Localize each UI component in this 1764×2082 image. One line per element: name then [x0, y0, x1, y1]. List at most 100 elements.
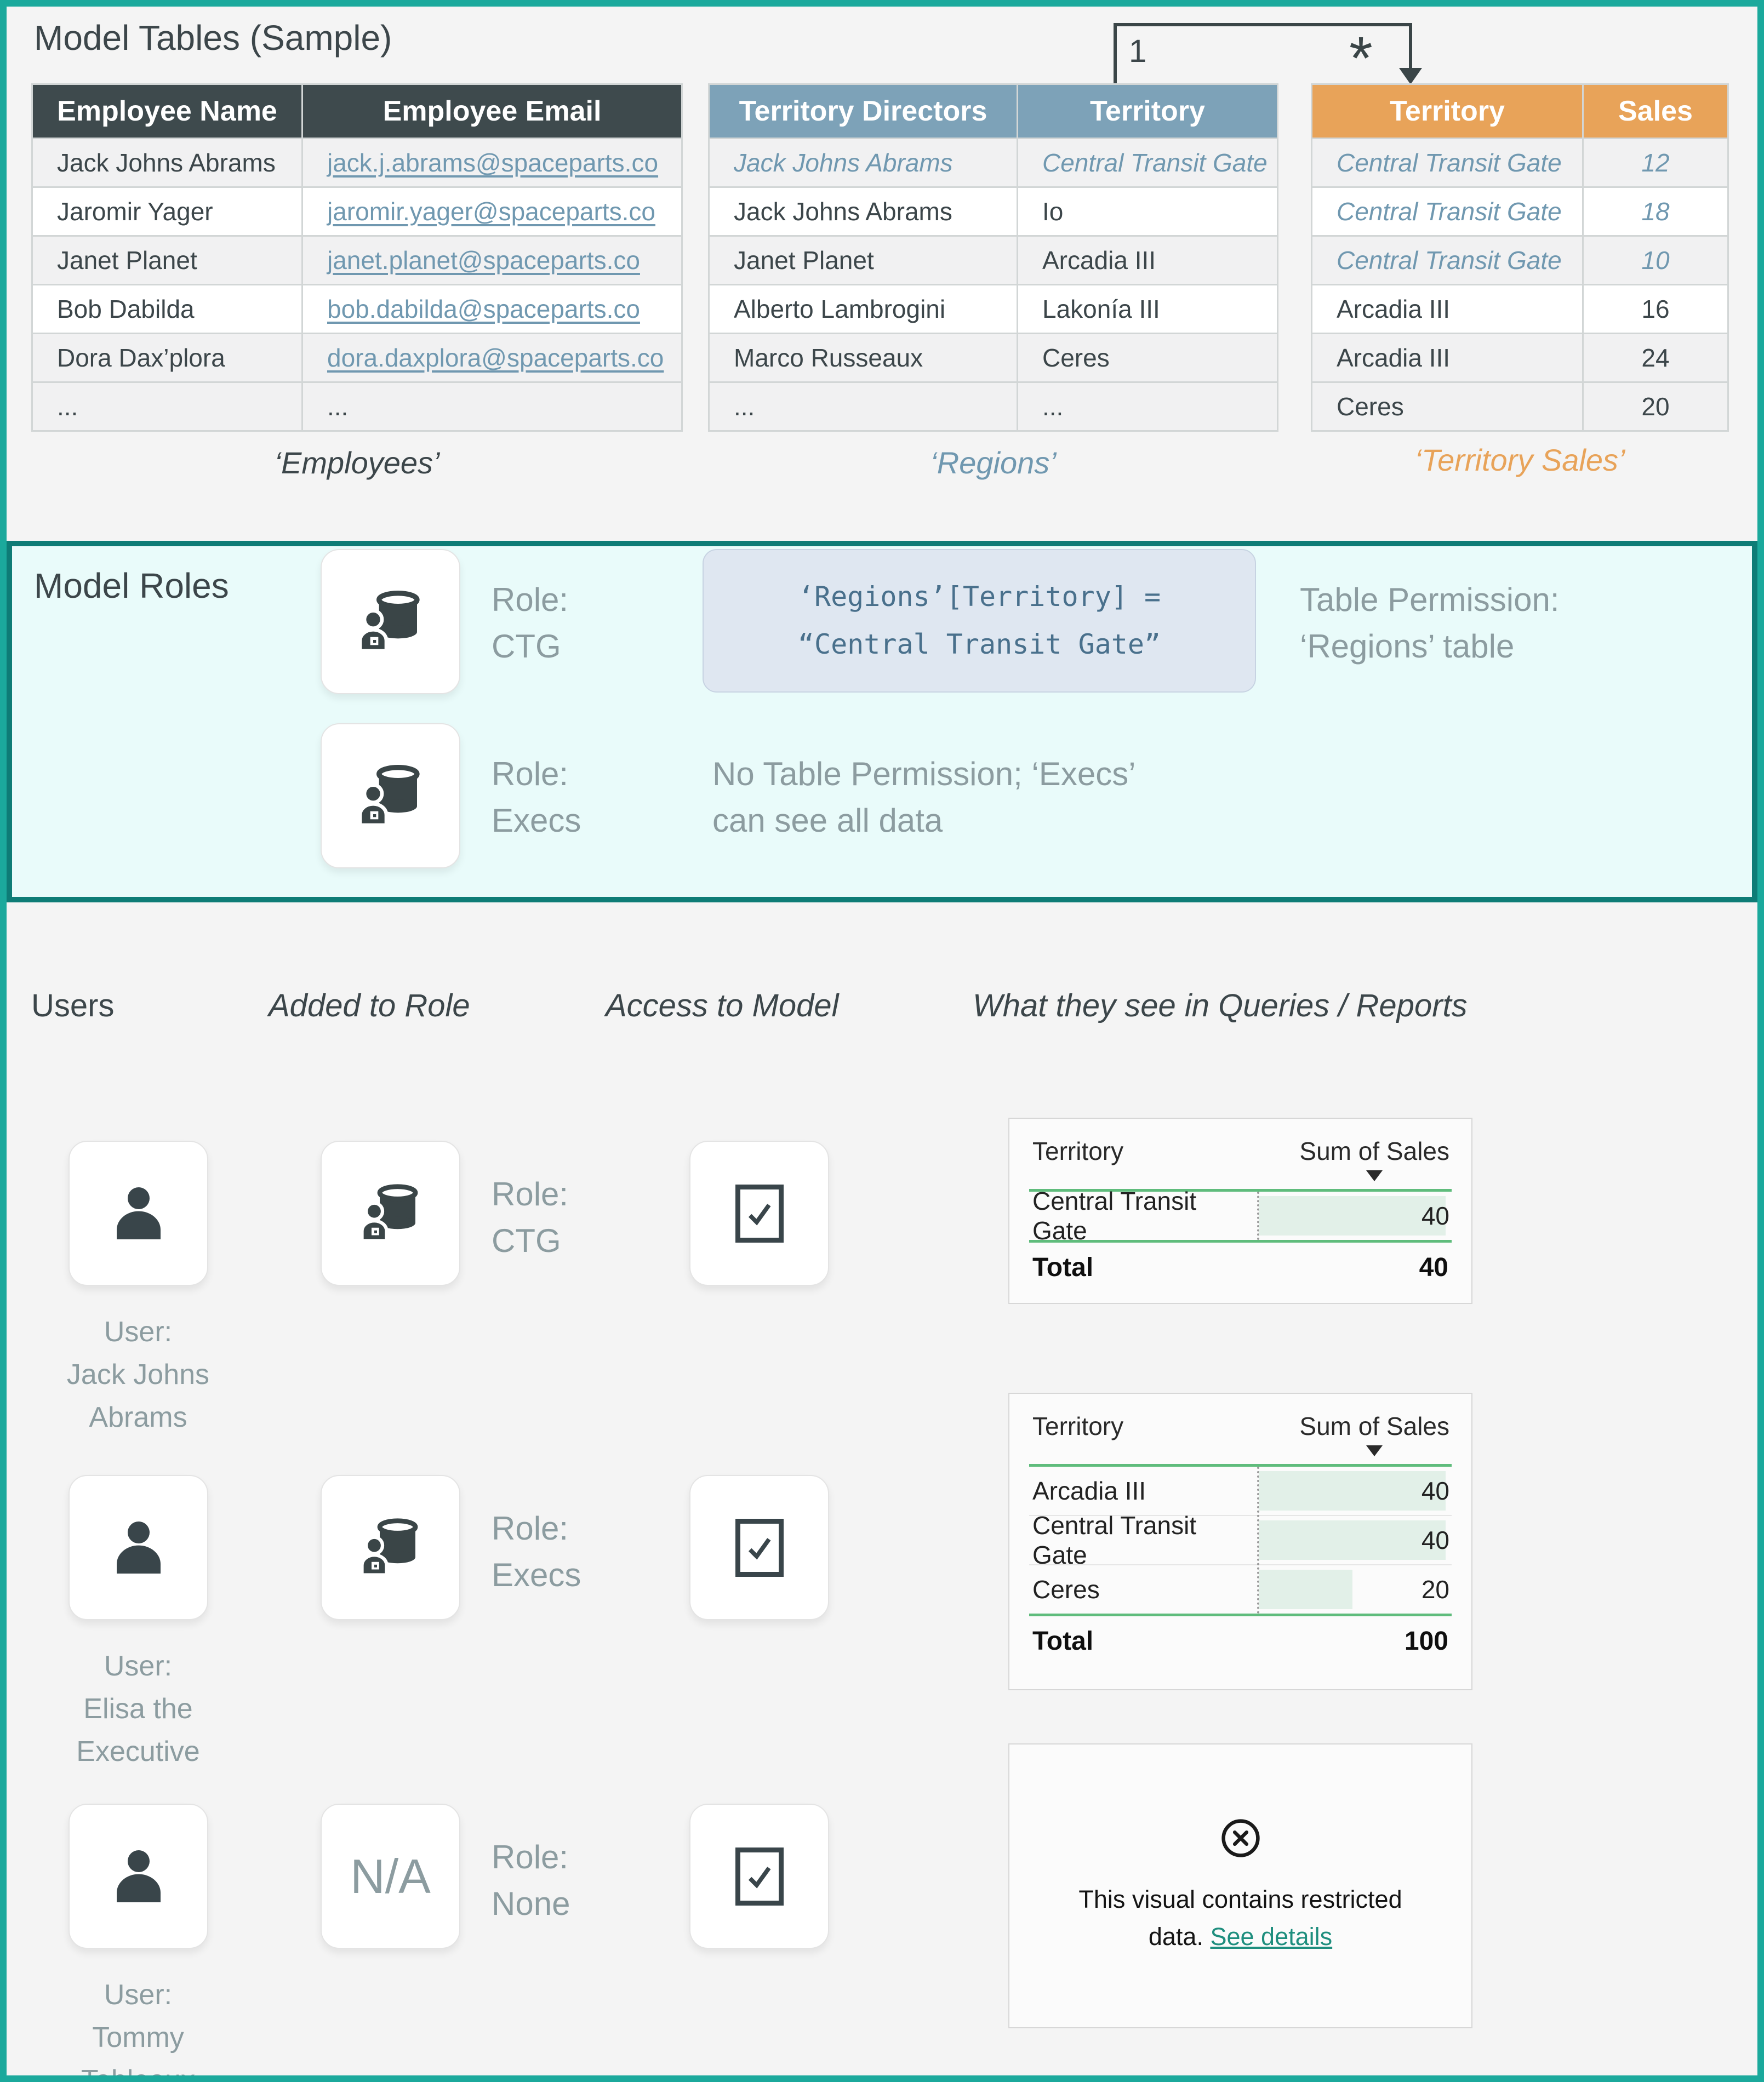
- role-ctg-label: Role: CTG: [492, 576, 568, 670]
- person-icon: [106, 1511, 172, 1585]
- table-cell: Lakonía III: [1018, 285, 1277, 333]
- email-link[interactable]: jack.j.abrams@spaceparts.co: [327, 148, 658, 177]
- table-row: Alberto LambroginiLakonía III: [710, 285, 1277, 333]
- report-row: Central Transit Gate40: [1029, 1516, 1452, 1565]
- table-row: Ceres20: [1312, 383, 1727, 430]
- email-link[interactable]: dora.daxplora@spaceparts.co: [327, 344, 664, 372]
- employees-table: Employee NameEmployee EmailJack Johns Ab…: [31, 83, 683, 432]
- no-role-card: N/A: [321, 1804, 460, 1949]
- report-row: Central Transit Gate 40: [1029, 1192, 1452, 1240]
- table-cell: ...: [710, 383, 1017, 430]
- see-details-link[interactable]: See details: [1210, 1923, 1332, 1951]
- data-bar: [1259, 1471, 1445, 1511]
- user-name-caption: User: Elisa the Executive: [28, 1645, 248, 1773]
- role-database-icon: [356, 585, 426, 658]
- table-cell: Io: [1018, 188, 1277, 235]
- email-link[interactable]: jaromir.yager@spaceparts.co: [327, 197, 655, 226]
- territory-sales-table-wrap: TerritorySalesCentral Transit Gate12Cent…: [1311, 83, 1729, 432]
- role-database-icon: [358, 1513, 424, 1582]
- model-tables-title: Model Tables (Sample): [34, 18, 392, 58]
- table-row: ......: [710, 383, 1277, 430]
- table-cell: Ceres: [1018, 334, 1277, 381]
- regions-caption: ‘Regions’: [708, 445, 1278, 481]
- user-card: [68, 1804, 208, 1949]
- regions-table: Territory DirectorsTerritoryJack Johns A…: [708, 83, 1278, 432]
- report-row-value: 40: [1422, 1201, 1449, 1231]
- access-card: [689, 1141, 829, 1286]
- report-visual-ctg: Territory Sum of Sales Central Transit Gat…: [1008, 1118, 1472, 1304]
- relationship-one-label: 1: [1129, 33, 1146, 70]
- pbi-column-header[interactable]: Sum of Sales: [1299, 1411, 1449, 1441]
- user-role-label: Role: None: [492, 1834, 570, 1927]
- sort-descending-icon[interactable]: [1366, 1445, 1383, 1456]
- table-row: Central Transit Gate12: [1312, 139, 1727, 186]
- table-cell: Arcadia III: [1312, 285, 1582, 333]
- table-cell: Arcadia III: [1018, 237, 1277, 284]
- user-name-caption: User: Tommy Tableaux: [28, 1974, 248, 2082]
- pbi-column-header[interactable]: Sum of Sales: [1299, 1136, 1449, 1166]
- report-row-value: 40: [1422, 1525, 1449, 1555]
- relationship-many-label: *: [1349, 28, 1373, 89]
- territory-sales-caption: ‘Territory Sales’: [1311, 442, 1729, 478]
- table-cell: Ceres: [1312, 383, 1582, 430]
- territory-sales-table: TerritorySalesCentral Transit Gate12Cent…: [1311, 83, 1729, 432]
- report-row: Arcadia III40: [1029, 1467, 1452, 1516]
- table-cell: Jack Johns Abrams: [710, 188, 1017, 235]
- table-cell: 24: [1584, 334, 1727, 381]
- table-cell: 20: [1584, 383, 1727, 430]
- checkbox-checked-icon: [735, 1519, 784, 1577]
- access-card: [689, 1804, 829, 1949]
- email-link[interactable]: bob.dabilda@spaceparts.co: [327, 295, 640, 323]
- table-row: Bob Dabildabob.dabilda@spaceparts.co: [33, 285, 681, 333]
- column-header: Territory: [1312, 85, 1582, 138]
- rls-diagram-canvas: Model Tables (Sample) 1 * Employee NameE…: [0, 0, 1764, 2082]
- table-cell: Central Transit Gate: [1312, 237, 1582, 284]
- na-label: N/A: [350, 1849, 431, 1904]
- table-cell: Central Transit Gate: [1018, 139, 1277, 186]
- total-label: Total: [1032, 1626, 1093, 1656]
- added-to-role-column-header: Added to Role: [269, 987, 470, 1024]
- table-cell: Alberto Lambrogini: [710, 285, 1017, 333]
- role-database-icon: [356, 759, 426, 832]
- table-cell: Central Transit Gate: [1312, 188, 1582, 235]
- employees-table-wrap: Employee NameEmployee EmailJack Johns Ab…: [31, 83, 683, 432]
- report-row-label: Ceres: [1029, 1565, 1257, 1614]
- report-row-label: Central Transit Gate: [1029, 1192, 1257, 1240]
- table-cell: Central Transit Gate: [1312, 139, 1582, 186]
- pbi-column-header[interactable]: Territory: [1032, 1136, 1123, 1166]
- table-row: Arcadia III24: [1312, 334, 1727, 381]
- report-total-row: Total40: [1029, 1243, 1452, 1283]
- table-row: Dora Dax’plora dora.daxplora@spaceparts.c…: [33, 334, 681, 381]
- table-cell: 18: [1584, 188, 1727, 235]
- table-cell: Dora Dax’plora: [33, 334, 301, 381]
- total-value: 100: [1405, 1626, 1448, 1656]
- table-cell: Janet Planet: [33, 237, 301, 284]
- data-bar: [1259, 1520, 1445, 1560]
- report-row-label: Arcadia III: [1029, 1467, 1257, 1515]
- reports-column-header: What they see in Queries / Reports: [973, 987, 1468, 1024]
- access-card: [689, 1475, 829, 1620]
- table-row: Janet PlanetArcadia III: [710, 237, 1277, 284]
- employees-caption: ‘Employees’: [31, 445, 683, 481]
- pbi-column-header[interactable]: Territory: [1032, 1411, 1123, 1441]
- report-row-value: 20: [1422, 1575, 1449, 1604]
- column-header: Territory: [1018, 85, 1277, 138]
- restricted-visual: This visual contains restricted data. Se…: [1008, 1743, 1472, 2028]
- relationship-arrow-icon: [1399, 68, 1422, 84]
- table-cell: 12: [1584, 139, 1727, 186]
- table-cell: jaromir.yager@spaceparts.co: [303, 188, 681, 235]
- total-label: Total: [1032, 1252, 1093, 1283]
- checkbox-checked-icon: [735, 1848, 784, 1906]
- data-bar: [1259, 1196, 1445, 1236]
- table-cell: janet.planet@spaceparts.co: [303, 237, 681, 284]
- user-name-caption: User: Jack Johns Abrams: [28, 1311, 248, 1439]
- table-cell: dora.daxplora@spaceparts.co: [303, 334, 681, 381]
- table-row: Marco RusseauxCeres: [710, 334, 1277, 381]
- sort-descending-icon[interactable]: [1366, 1170, 1383, 1181]
- dax-rule-box: ‘Regions’[Territory] = “Central Transit …: [703, 549, 1256, 693]
- table-cell: Marco Russeaux: [710, 334, 1017, 381]
- table-cell: Jaromir Yager: [33, 188, 301, 235]
- email-link[interactable]: janet.planet@spaceparts.co: [327, 246, 640, 274]
- report-visual-execs: TerritorySum of SalesArcadia III40Centra…: [1008, 1393, 1472, 1690]
- table-row: Janet Planet janet.planet@spaceparts.co: [33, 237, 681, 284]
